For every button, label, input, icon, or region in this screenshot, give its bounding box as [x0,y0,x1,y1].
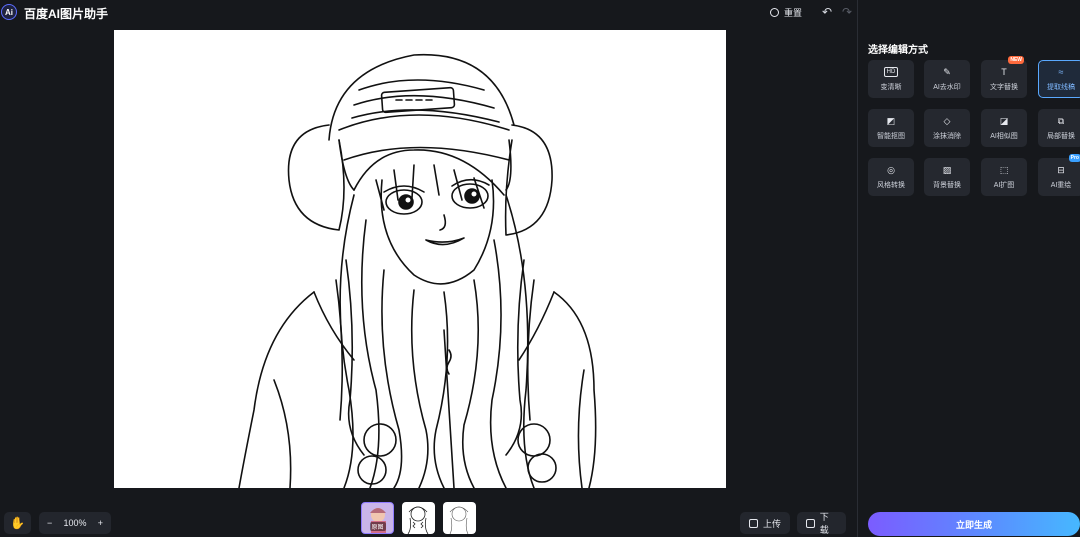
undo-icon[interactable]: ↶ [822,5,832,19]
upload-button[interactable]: 上传 [740,512,790,534]
result-thumb-image [407,506,429,534]
tool-background-replace[interactable]: ▨ 背景替换 [924,158,970,196]
tool-label: AI去水印 [933,83,961,91]
tool-extract-line-art[interactable]: ≈ 提取线稿 [1038,60,1080,98]
text-replace-icon: T [1001,66,1007,77]
hd-icon: HD [884,66,898,77]
thumbnail-result-1[interactable] [402,502,435,534]
expand-icon: ⬚ [999,164,1009,175]
magic-wand-icon: ✎ [943,66,951,77]
logo-text: Ai [5,7,13,17]
upload-icon [749,518,758,528]
tool-label: 局部替换 [1047,132,1075,140]
tool-label: AI扩图 [993,181,1015,189]
new-badge: NEW [1008,56,1024,64]
thumbnail-original[interactable]: 原图 [361,502,394,534]
app-title: 百度AI图片助手 [24,7,109,21]
eraser-icon: ◇ [943,115,951,126]
thumbnail-result-2[interactable] [443,502,476,534]
background-replace-icon: ▨ [942,164,952,175]
upload-label: 上传 [763,518,782,529]
download-icon [806,518,815,528]
tool-similar-image[interactable]: ◪ AI相似图 [981,109,1027,147]
image-canvas[interactable] [114,30,726,488]
download-label: 下载 [819,512,829,535]
zoom-control: − 100% + [39,512,111,534]
panel-divider [857,0,858,537]
tool-redraw[interactable]: Pro ⊟ AI重绘 [1038,154,1080,196]
tool-partial-replace[interactable]: ⧉ 局部替换 [1038,109,1080,147]
tool-smart-cutout[interactable]: ◩ 智能抠图 [868,109,914,147]
tool-enhance[interactable]: HD 变清晰 [868,60,914,98]
tool-label: AI相似图 [990,132,1018,140]
cutout-icon: ◩ [886,115,896,126]
tool-label: 文字替换 [990,83,1018,91]
thumbnail-label: 原图 [369,522,386,531]
line-art-icon: ≈ [1058,66,1064,77]
hand-icon: ✋ [10,516,25,530]
redraw-icon: ⊟ [1057,164,1065,175]
tool-label: AI重绘 [1050,181,1072,189]
tool-label: 提取线稿 [1047,83,1075,91]
tool-label: 背景替换 [933,181,961,189]
partial-replace-icon: ⧉ [1057,115,1065,126]
tool-remove-watermark[interactable]: ✎ AI去水印 [924,60,970,98]
pan-tool-button[interactable]: ✋ [4,512,31,534]
panel-title: 选择编辑方式 [868,45,928,56]
tool-label: 变清晰 [880,83,902,91]
thumbnail-strip: 原图 [361,502,476,534]
style-transfer-icon: ◎ [887,164,895,175]
tool-style-transfer[interactable]: ◎ 风格转换 [868,158,914,196]
result-thumb-image [449,506,469,534]
top-bar: Ai 百度AI图片助手 重置 ↶ ↷ [0,0,1080,27]
zoom-out-button[interactable]: − [47,518,52,528]
reset-label: 重置 [784,8,803,18]
zoom-level: 100% [63,518,87,528]
tool-label: 涂抹消除 [933,132,961,140]
redo-icon[interactable]: ↷ [842,5,852,19]
similar-image-icon: ◪ [999,115,1009,126]
edit-tools-grid: HD 变清晰 ✎ AI去水印 NEW T 文字替换 ≈ 提取线稿 ◩ 智能抠图 … [868,56,1080,200]
tool-text-replace[interactable]: NEW T 文字替换 [981,56,1027,98]
pro-badge: Pro [1068,154,1080,162]
app-logo-icon: Ai [1,4,17,20]
zoom-in-button[interactable]: + [98,518,103,528]
tool-erase[interactable]: ◇ 涂抹消除 [924,109,970,147]
tool-label: 风格转换 [877,181,905,189]
tool-label: 智能抠图 [877,132,905,140]
reset-button[interactable]: 重置 [770,6,802,19]
generate-button[interactable]: 立即生成 [868,512,1080,536]
line-art-image [238,53,597,488]
tool-expand-image[interactable]: ⬚ AI扩图 [981,158,1027,196]
download-button[interactable]: 下载 [797,512,846,535]
reset-icon [770,8,779,17]
